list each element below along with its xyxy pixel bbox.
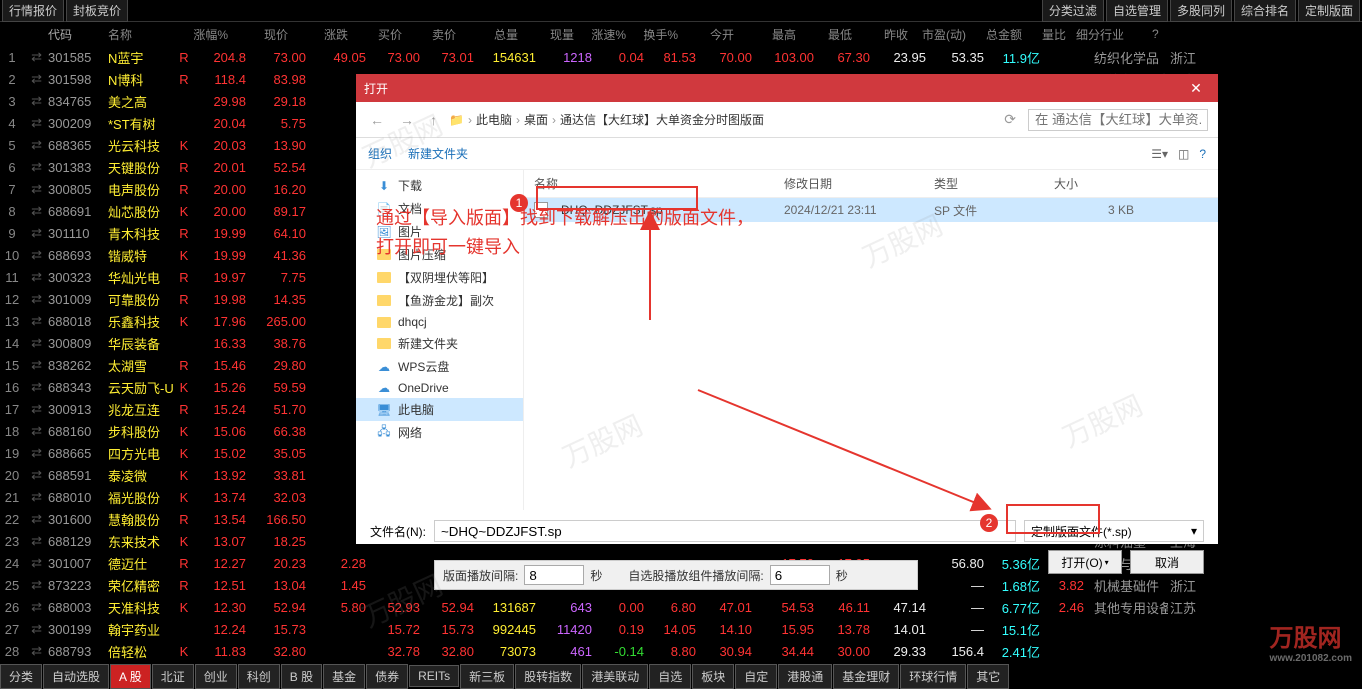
header-size[interactable]: 大小	[1054, 175, 1134, 192]
bottom-tab[interactable]: 创业	[195, 664, 237, 689]
header-6[interactable]: 卖价	[408, 26, 462, 43]
stock-row[interactable]: 1 ⇄ 301585 N蓝宇 R 204.8 73.00 49.05 73.00…	[0, 46, 1362, 68]
header-12[interactable]: 最高	[740, 26, 802, 43]
header-type[interactable]: 类型	[934, 175, 1054, 192]
bottom-tab[interactable]: 环球行情	[900, 664, 966, 689]
header-8[interactable]: 现量	[524, 26, 580, 43]
bottom-tab[interactable]: 自选	[649, 664, 691, 689]
preview-pane-icon[interactable]: ◫	[1178, 147, 1189, 161]
header-10[interactable]: 换手%	[632, 26, 684, 43]
organize-button[interactable]: 组织	[368, 145, 392, 162]
header-3[interactable]: 现价	[234, 26, 294, 43]
annotation-box-1	[536, 186, 698, 210]
watermark-logo: 万股网 www.201082.com	[1270, 618, 1352, 664]
bottom-tab[interactable]: 分类	[0, 664, 42, 689]
bottom-tab[interactable]: 债券	[366, 664, 408, 689]
bottom-tab[interactable]: 北证	[152, 664, 194, 689]
bottom-tab[interactable]: 港股通	[778, 664, 832, 689]
new-folder-button[interactable]: 新建文件夹	[408, 145, 468, 162]
bottom-tab[interactable]: 自定	[735, 664, 777, 689]
filename-label: 文件名(N):	[370, 523, 426, 540]
bottom-tab[interactable]: 其它	[967, 664, 1009, 689]
tab-封板竞价[interactable]: 封板竞价	[66, 0, 128, 22]
sidebar-item[interactable]: dhqcj	[356, 312, 523, 332]
search-input[interactable]	[1028, 109, 1208, 131]
sidebar-item[interactable]: ⬇下载	[356, 174, 523, 197]
refresh-icon[interactable]: ⟳	[1000, 109, 1020, 130]
sidebar-item[interactable]: 🖥此电脑	[356, 398, 523, 421]
sidebar-item[interactable]: 【双阴埋伏等阳】	[356, 266, 523, 289]
filename-input[interactable]	[434, 520, 1016, 542]
bottom-tab-bar: 分类自动选股A 股北证创业科创B 股基金债券REITs新三板股转指数港美联动自选…	[0, 664, 1362, 688]
header-2[interactable]: 涨幅%	[178, 26, 234, 43]
bottom-tab[interactable]: 自动选股	[43, 664, 109, 689]
bottom-tab[interactable]: 港美联动	[582, 664, 648, 689]
annotation-marker-1: 1	[510, 194, 528, 212]
sidebar-item[interactable]: 🖼图片	[356, 220, 523, 243]
bottom-tab[interactable]: A 股	[110, 664, 151, 689]
stock-row[interactable]: 27 ⇄ 300199 翰宇药业 12.24 15.73 15.72 15.73…	[0, 618, 1362, 640]
close-icon[interactable]: ✕	[1182, 74, 1210, 102]
tab-综合排名[interactable]: 综合排名	[1234, 0, 1296, 22]
tab-多股同列[interactable]: 多股同列	[1170, 0, 1232, 22]
dialog-toolbar: 组织 新建文件夹 ☰▾ ◫ ?	[356, 138, 1218, 170]
forward-icon[interactable]: →	[396, 110, 418, 130]
header-14[interactable]: 昨收	[858, 26, 914, 43]
sidebar-item[interactable]: ☁WPS云盘	[356, 355, 523, 378]
sidebar-item[interactable]: 🖧网络	[356, 421, 523, 444]
folder-icon: 📁	[449, 113, 464, 127]
sidebar-item[interactable]: 📄文档	[356, 197, 523, 220]
header-9[interactable]: 涨速%	[580, 26, 632, 43]
header-17[interactable]: 量比	[1028, 26, 1072, 43]
sidebar-item[interactable]: 新建文件夹	[356, 332, 523, 355]
top-tab-bar: 行情报价封板竞价 分类过滤自选管理多股同列综合排名定制版面	[0, 0, 1362, 22]
bottom-tab[interactable]: B 股	[281, 664, 322, 689]
breadcrumb[interactable]: 📁 › 此电脑 › 桌面 › 通达信【大红球】大单资金分时图版面	[449, 111, 992, 128]
dialog-title: 打开	[364, 80, 388, 97]
header-4[interactable]: 涨跌	[294, 26, 354, 43]
bottom-tab[interactable]: 板块	[692, 664, 734, 689]
header-1[interactable]: 名称	[108, 26, 178, 43]
header-16[interactable]: 总金额	[972, 26, 1028, 43]
tab-自选管理[interactable]: 自选管理	[1106, 0, 1168, 22]
bottom-tab[interactable]: 科创	[238, 664, 280, 689]
cancel-button[interactable]: 取消	[1130, 550, 1204, 574]
tab-行情报价[interactable]: 行情报价	[2, 0, 64, 22]
help-icon[interactable]: ?	[1199, 147, 1206, 161]
header-5[interactable]: 买价	[354, 26, 408, 43]
dialog-sidebar: ⬇下载📄文档🖼图片图片压缩【双阴埋伏等阳】【鱼游金龙】副次dhqcj新建文件夹☁…	[356, 170, 524, 510]
header-date[interactable]: 修改日期	[784, 175, 934, 192]
back-icon[interactable]: ←	[366, 110, 388, 130]
header-7[interactable]: 总量	[462, 26, 524, 43]
chevron-down-icon: ▾	[1191, 524, 1197, 538]
bottom-tab[interactable]: REITs	[409, 665, 459, 687]
sidebar-item[interactable]: 【鱼游金龙】副次	[356, 289, 523, 312]
header-18[interactable]: 细分行业	[1072, 26, 1150, 43]
file-list-pane: 名称 修改日期 类型 大小 ~DHQ~DDZJFST.sp2024/12/21 …	[524, 170, 1218, 510]
header-last[interactable]: ?	[1150, 27, 1194, 41]
header-11[interactable]: 今开	[684, 26, 740, 43]
bottom-tab[interactable]: 股转指数	[515, 664, 581, 689]
header-15[interactable]: 市盈(动)	[914, 26, 972, 43]
stock-row[interactable]: 26 ⇄ 688003 天准科技 K 12.30 52.94 5.80 52.9…	[0, 596, 1362, 618]
file-open-dialog: 打开 ✕ ← → ↑ 📁 › 此电脑 › 桌面 › 通达信【大红球】大单资金分时…	[356, 74, 1218, 544]
tab-分类过滤[interactable]: 分类过滤	[1042, 0, 1104, 22]
sidebar-item[interactable]: ☁OneDrive	[356, 378, 523, 398]
dialog-titlebar: 打开 ✕	[356, 74, 1218, 102]
open-button[interactable]: 打开(O)▾	[1048, 550, 1122, 574]
bottom-tab[interactable]: 基金	[323, 664, 365, 689]
sidebar-item[interactable]: 图片压缩	[356, 243, 523, 266]
annotation-marker-2: 2	[980, 514, 998, 532]
header-0[interactable]: 代码	[48, 26, 108, 43]
dialog-nav: ← → ↑ 📁 › 此电脑 › 桌面 › 通达信【大红球】大单资金分时图版面 ⟳	[356, 102, 1218, 138]
tab-定制版面[interactable]: 定制版面	[1298, 0, 1360, 22]
view-icon[interactable]: ☰▾	[1151, 147, 1168, 161]
stock-row[interactable]: 28 ⇄ 688793 倍轻松 K 11.83 32.80 32.78 32.8…	[0, 640, 1362, 662]
up-icon[interactable]: ↑	[426, 110, 441, 130]
annotation-box-2	[1006, 504, 1100, 534]
bottom-tab[interactable]: 新三板	[460, 664, 514, 689]
bottom-tab[interactable]: 基金理财	[833, 664, 899, 689]
header-13[interactable]: 最低	[802, 26, 858, 43]
